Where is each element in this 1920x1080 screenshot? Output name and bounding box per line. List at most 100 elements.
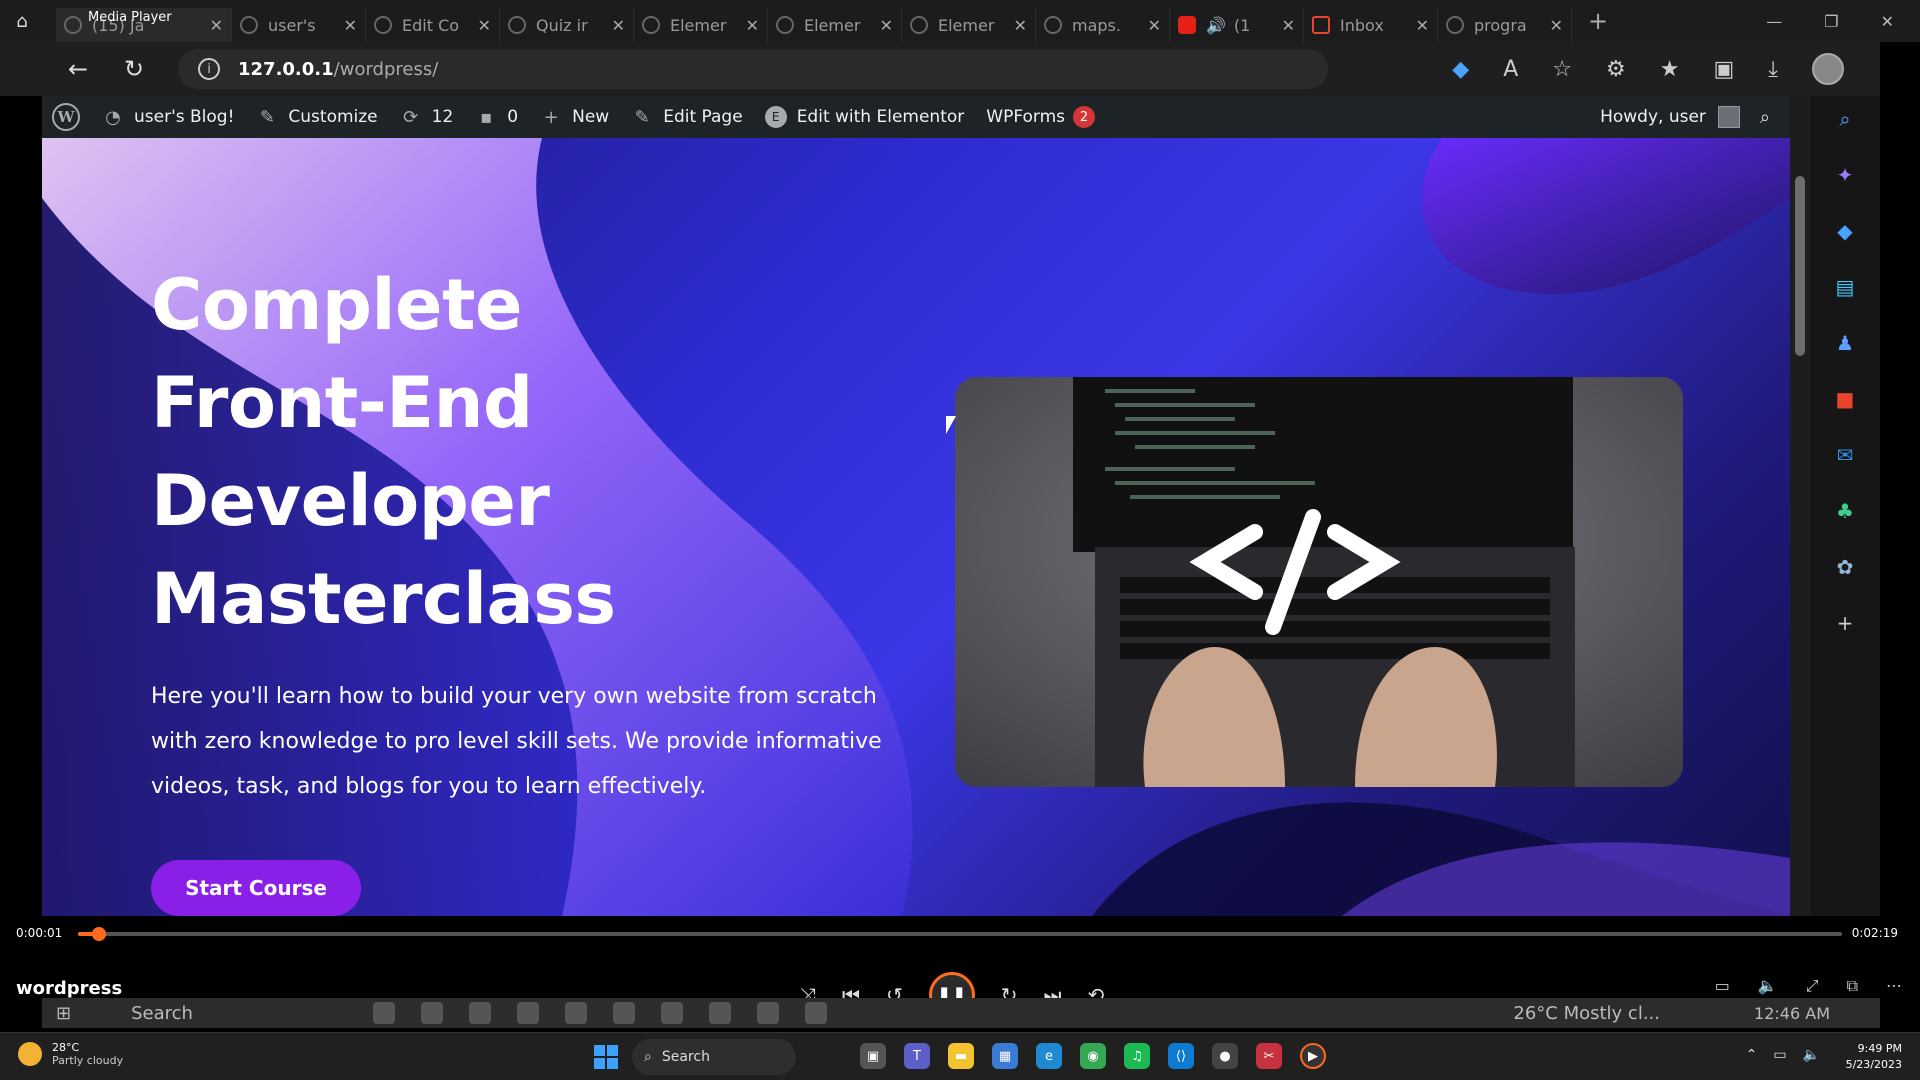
admin-site-name[interactable]: ◔ user's Blog! (102, 106, 234, 128)
tab-gmail[interactable]: Inbox ✕ (1304, 8, 1438, 42)
url-path: /wordpress/ (333, 58, 439, 80)
seek-handle[interactable] (92, 927, 107, 941)
admin-new[interactable]: + New (540, 106, 610, 128)
wordpress-logo-icon[interactable]: W (52, 103, 80, 131)
taskbar-search[interactable]: ⌕ Search (632, 1039, 796, 1075)
tray-chevron-icon[interactable]: ⌃ (1746, 1047, 1758, 1063)
task-view-icon[interactable]: ▣ (860, 1043, 886, 1069)
tab-elementor-1[interactable]: Elemer ✕ (634, 8, 768, 42)
chrome-icon[interactable]: ◉ (1080, 1043, 1106, 1069)
back-icon[interactable]: ← (50, 55, 106, 83)
obs-icon[interactable]: ● (1212, 1043, 1238, 1069)
teams-icon[interactable]: T (904, 1043, 930, 1069)
wpforms-label: WPForms (986, 107, 1066, 127)
captions-icon[interactable]: ▭ (1715, 976, 1730, 996)
taskbar-clock[interactable]: 9:49 PM 5/23/2023 (1846, 1041, 1902, 1073)
tree-icon[interactable]: ♣ (1832, 498, 1858, 524)
tab-elementor-2[interactable]: Elemer ✕ (768, 8, 902, 42)
settings-gear-icon[interactable]: ✿ (1832, 554, 1858, 580)
page-scrollbar[interactable] (1790, 96, 1810, 916)
extensions-icon[interactable]: ⚙ (1606, 57, 1626, 82)
read-aloud-icon[interactable]: A (1503, 57, 1518, 82)
tab-chrome[interactable]: progra ✕ (1438, 8, 1572, 42)
games-icon[interactable]: ♟ (1832, 330, 1858, 356)
tab-edit[interactable]: Edit Co ✕ (366, 8, 500, 42)
edge-icon[interactable]: e (1036, 1043, 1062, 1069)
app-icon (564, 1002, 587, 1024)
downloads-icon[interactable]: ⤓ (1768, 57, 1778, 82)
close-icon[interactable]: ✕ (344, 16, 357, 35)
refresh-icon[interactable]: ↻ (106, 55, 162, 83)
admin-edit-page[interactable]: ✎ Edit Page (631, 106, 743, 128)
scrollbar-thumb[interactable] (1795, 176, 1805, 356)
tab-elementor-3[interactable]: Elemer ✕ (902, 8, 1036, 42)
comment-icon: ▪ (480, 106, 493, 128)
taskbar-apps: ▣ T ▬ ▦ e ◉ ♫ ⟨⟩ ● ✂ ▶ (860, 1043, 1326, 1069)
tab-label: Edit Co (402, 15, 460, 35)
app-icon (612, 1002, 635, 1024)
app-icon (468, 1002, 491, 1024)
admin-customize[interactable]: ✎ Customize (256, 106, 378, 128)
tab-maps[interactable]: maps. ✕ (1036, 8, 1170, 42)
spotify-icon[interactable]: ♫ (1124, 1043, 1150, 1069)
url-host: 127.0.0.1 (238, 58, 334, 80)
seek-bar[interactable] (78, 927, 1842, 941)
tab-youtube[interactable]: 🔊 (1 ✕ (1170, 8, 1304, 42)
copilot-icon[interactable]: ✦ (1832, 162, 1858, 188)
close-window-icon[interactable]: ✕ (1881, 12, 1894, 31)
tag-icon[interactable]: ◆ (1832, 218, 1858, 244)
tab-quiz[interactable]: Quiz ir ✕ (500, 8, 634, 42)
close-icon[interactable]: ✕ (478, 16, 491, 35)
close-icon[interactable]: ✕ (1148, 16, 1161, 35)
speaker-icon[interactable]: 🔈 (1803, 1047, 1820, 1063)
media-player-icon[interactable]: ▶ (1300, 1043, 1326, 1069)
close-icon[interactable]: ✕ (1282, 16, 1295, 35)
tab-users-blog[interactable]: user's ✕ (232, 8, 366, 42)
search-icon[interactable]: ⌕ (1760, 107, 1770, 128)
close-icon[interactable]: ✕ (1416, 16, 1429, 35)
admin-wpforms[interactable]: WPForms 2 (986, 106, 1096, 128)
admin-updates[interactable]: ⟳ 12 (400, 106, 453, 128)
home-icon[interactable]: ⌂ (0, 0, 44, 42)
more-options-icon[interactable]: ⋯ (1886, 976, 1902, 996)
close-icon[interactable]: ✕ (210, 16, 223, 35)
restore-icon[interactable]: ❐ (1824, 12, 1838, 31)
close-icon[interactable]: ✕ (746, 16, 759, 35)
add-icon[interactable]: + (1832, 610, 1858, 636)
office-icon[interactable]: ■ (1832, 386, 1858, 412)
add-favorite-icon[interactable]: ☆ (1552, 57, 1572, 82)
vscode-icon[interactable]: ⟨⟩ (1168, 1043, 1194, 1069)
toolbox-icon[interactable]: ▤ (1832, 274, 1858, 300)
outlook-icon[interactable]: ✉ (1832, 442, 1858, 468)
file-explorer-icon[interactable]: ▬ (948, 1043, 974, 1069)
profile-avatar[interactable] (1812, 53, 1844, 85)
pencil-icon: ✎ (634, 106, 650, 128)
collections-icon[interactable]: ▣ (1713, 57, 1734, 82)
close-icon[interactable]: ✕ (1014, 16, 1027, 35)
close-icon[interactable]: ✕ (880, 16, 893, 35)
close-icon[interactable]: ✕ (612, 16, 625, 35)
favorites-icon[interactable]: ★ (1660, 57, 1680, 82)
miniplayer-icon[interactable]: ⧉ (1847, 976, 1858, 996)
network-icon[interactable]: ▭ (1773, 1047, 1786, 1063)
elementor-icon: E (764, 106, 787, 128)
minimize-icon[interactable]: — (1766, 12, 1782, 31)
store-icon[interactable]: ▦ (992, 1043, 1018, 1069)
site-info-icon[interactable]: i (198, 58, 220, 80)
volume-icon[interactable]: 🔈 (1758, 976, 1778, 996)
howdy-user[interactable]: Howdy, user (1600, 107, 1706, 127)
close-icon[interactable]: ✕ (1550, 16, 1563, 35)
start-button[interactable] (594, 1045, 618, 1069)
weather-widget[interactable]: 28°C Partly cloudy (18, 1041, 123, 1067)
tag-extension-icon[interactable]: ◆ (1452, 57, 1469, 82)
fullscreen-icon[interactable]: ⤢ (1806, 976, 1819, 996)
start-course-button[interactable]: Start Course (151, 860, 361, 916)
snipping-tool-icon[interactable]: ✂ (1256, 1043, 1282, 1069)
new-tab-button[interactable]: + (1588, 7, 1608, 35)
speaker-icon[interactable]: 🔊 (1206, 16, 1226, 35)
admin-edit-elementor[interactable]: E Edit with Elementor (764, 106, 964, 128)
user-avatar[interactable] (1717, 106, 1740, 128)
search-icon[interactable]: ⌕ (1832, 106, 1858, 132)
admin-comments[interactable]: ▪ 0 (475, 106, 518, 128)
url-field[interactable]: i 127.0.0.1 /wordpress/ (178, 49, 1328, 89)
